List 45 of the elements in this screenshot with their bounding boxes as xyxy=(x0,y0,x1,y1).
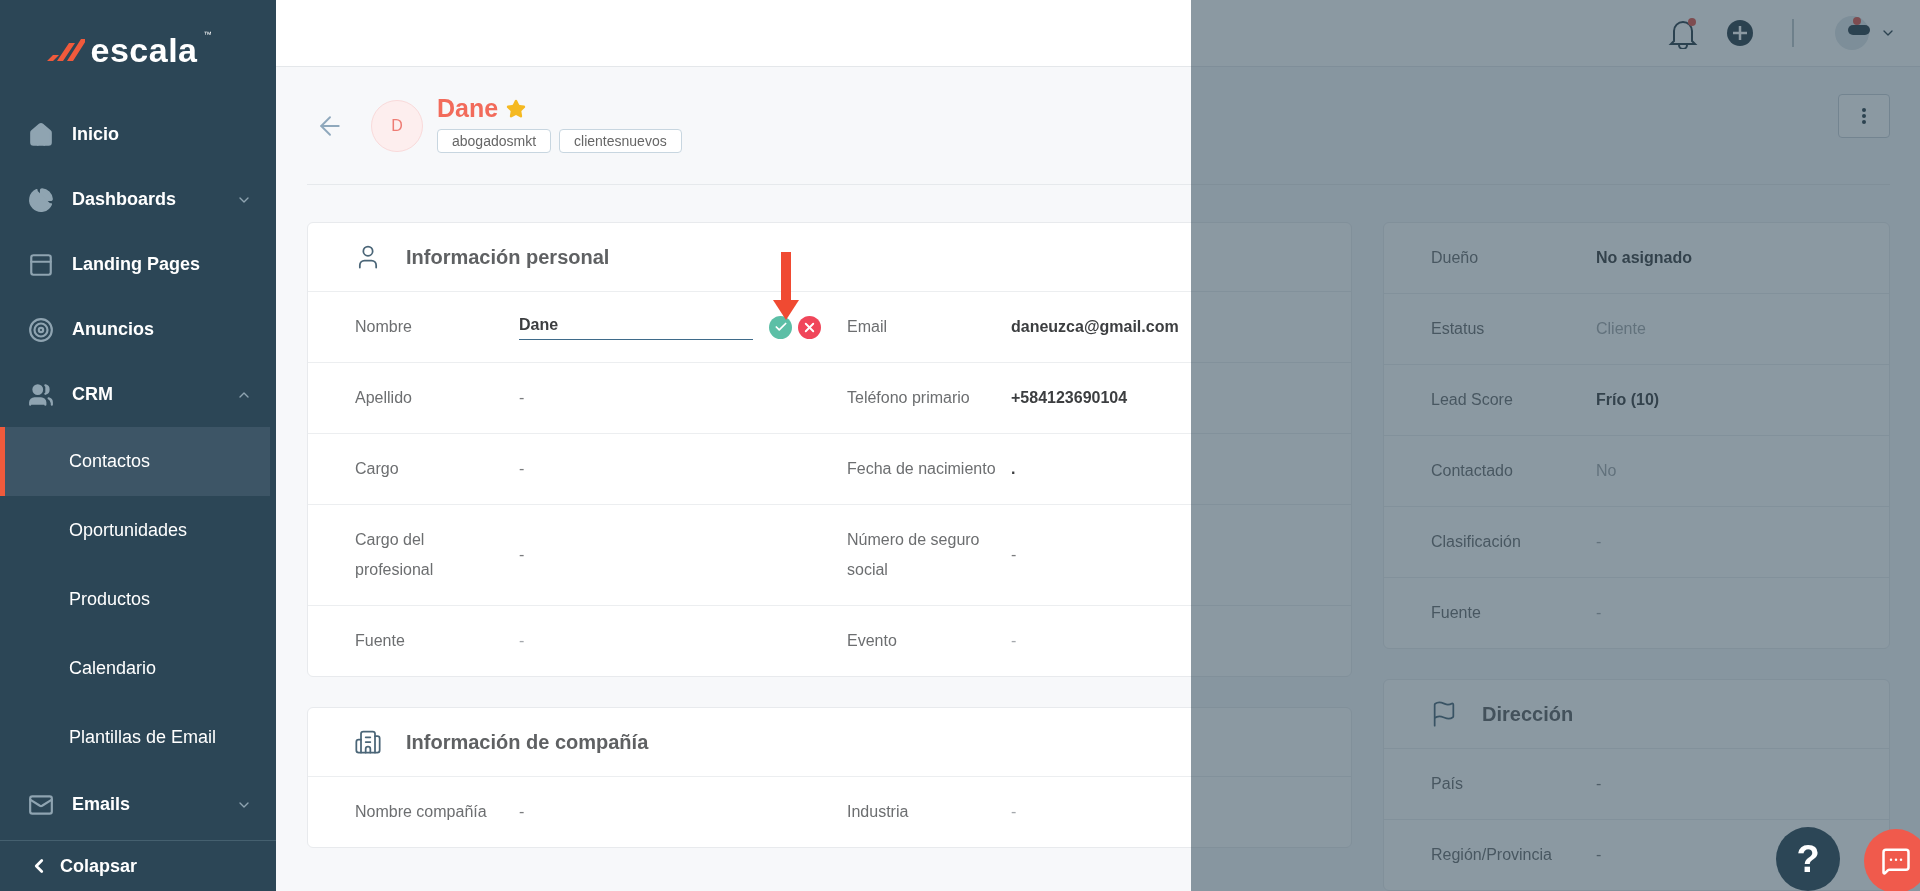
field-value: - xyxy=(1011,631,1017,651)
field-value: - xyxy=(519,631,525,651)
field-label: Fuente xyxy=(1431,603,1481,623)
field-value: - xyxy=(519,459,525,479)
collapse-label: Colapsar xyxy=(60,855,138,877)
field-label: Teléfono primario xyxy=(847,388,970,408)
field-value: . xyxy=(1011,459,1016,479)
field-label: Lead Score xyxy=(1431,390,1513,410)
field-value: - xyxy=(1011,545,1017,565)
field-value: +584123690104 xyxy=(1011,388,1128,408)
field-value: daneuzca@gmail.com xyxy=(1011,317,1179,337)
field-label: Clasificación xyxy=(1431,532,1521,552)
field-label: Industria xyxy=(847,802,909,822)
field-label: Contactado xyxy=(1431,461,1513,481)
field-value: - xyxy=(1596,532,1602,552)
field-label: Región/Provincia xyxy=(1431,845,1552,865)
contact-name: Dane xyxy=(437,94,499,123)
field-label: Nombre xyxy=(355,317,412,337)
field-label: Fuente xyxy=(355,631,405,651)
card-title: Información de compañía xyxy=(406,730,649,754)
field-value: - xyxy=(1011,802,1017,822)
trademark-mark: ™ xyxy=(203,30,212,39)
field-value: - xyxy=(519,545,525,565)
field-label: Email xyxy=(847,317,887,337)
field-label: Apellido xyxy=(355,388,412,408)
field-value: - xyxy=(1596,845,1602,865)
card-title: Dirección xyxy=(1482,702,1574,726)
field-value: - xyxy=(519,802,525,822)
card-title: Información personal xyxy=(406,245,610,269)
field-value: - xyxy=(1596,774,1602,794)
contact-avatar: D xyxy=(371,99,423,152)
field-label: Nombre compañía xyxy=(355,802,487,822)
field-label: País xyxy=(1431,774,1463,794)
field-label: Número de seguro social xyxy=(847,530,981,580)
field-label: Estatus xyxy=(1431,319,1485,339)
field-value: Frío (10) xyxy=(1596,390,1660,410)
field-label: Evento xyxy=(847,631,897,651)
field-value: - xyxy=(519,388,525,408)
field-label: Fecha de nacimiento xyxy=(847,459,996,479)
field-label: Cargo del profesional xyxy=(355,530,435,580)
field-value: - xyxy=(1596,603,1602,623)
logo-text: escala xyxy=(90,30,198,70)
field-label: Dueño xyxy=(1431,248,1479,268)
field-value: No asignado xyxy=(1596,248,1692,268)
field-label: Cargo xyxy=(355,459,399,479)
